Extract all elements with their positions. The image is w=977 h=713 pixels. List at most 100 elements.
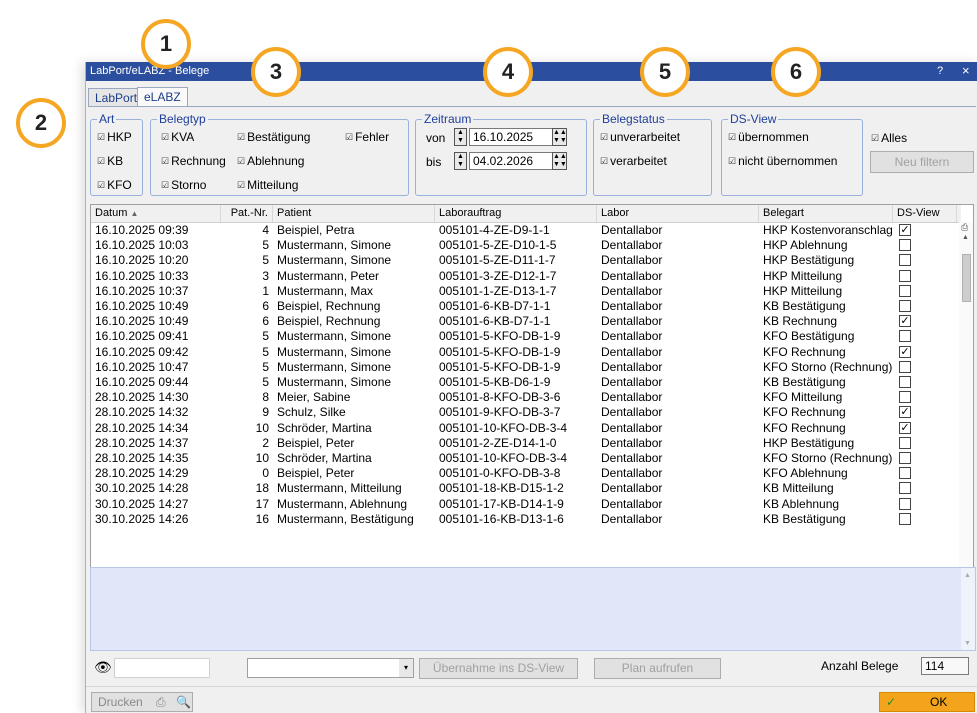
dsview-checkbox[interactable] bbox=[899, 330, 911, 343]
filter-dropdown[interactable]: ▾ bbox=[247, 658, 414, 678]
dsview-checkbox[interactable] bbox=[899, 360, 911, 373]
dsview-checkbox[interactable] bbox=[899, 452, 911, 464]
art-hkp-checkbox[interactable]: ☑ HKP bbox=[97, 130, 132, 144]
dsview-checkbox[interactable] bbox=[899, 239, 911, 252]
dsview-checkbox[interactable] bbox=[899, 497, 911, 510]
unverarbeitet-checkbox[interactable]: ☑ unverarbeitet bbox=[600, 130, 680, 144]
dsview-checkbox[interactable] bbox=[899, 467, 911, 480]
vertical-scrollbar[interactable]: ⎙ ▲ ▼ bbox=[959, 222, 973, 594]
tab-labport[interactable]: LabPort bbox=[88, 88, 145, 106]
dsview-checkbox[interactable] bbox=[899, 284, 911, 297]
print-icon[interactable]: ⎙ bbox=[961, 222, 968, 233]
dsview-checkbox[interactable]: ✓ bbox=[899, 421, 911, 434]
table-row[interactable]: 28.10.2025 14:32 9 Schulz, Silke 005101-9-K… bbox=[91, 405, 961, 420]
bis-day-spinner[interactable]: ▲ ▼ bbox=[454, 152, 467, 170]
von-day-spinner[interactable]: ▲ ▼ bbox=[454, 128, 467, 146]
help-button[interactable]: ? bbox=[937, 65, 943, 77]
alles-checkbox[interactable]: ☑ Alles bbox=[871, 131, 907, 145]
dsview-checkbox[interactable]: ✓ bbox=[899, 224, 911, 236]
table-row[interactable]: 16.10.2025 10:49 6 Beispiel, Rechnung 00510… bbox=[91, 299, 961, 314]
fehler-checkbox[interactable]: ☑ Fehler bbox=[345, 130, 389, 144]
dsview-checkbox[interactable] bbox=[899, 254, 911, 267]
col-patnr[interactable]: Pat.-Nr. bbox=[221, 205, 273, 222]
scroll-up-icon[interactable]: ▲ bbox=[964, 572, 971, 579]
dsview-checkbox[interactable] bbox=[899, 436, 911, 449]
check-icon: ☑ bbox=[871, 132, 880, 143]
dsview-checkbox[interactable] bbox=[899, 300, 911, 312]
chevron-down-icon[interactable]: ▾ bbox=[399, 659, 413, 677]
dsview-checkbox[interactable]: ✓ bbox=[899, 345, 911, 358]
table-row[interactable]: 30.10.2025 14:26 16 Mustermann, Bestätigun… bbox=[91, 512, 961, 527]
table-row[interactable]: 30.10.2025 14:28 18 Mustermann, Mitteilung… bbox=[91, 481, 961, 496]
tab-elabz[interactable]: eLABZ bbox=[137, 87, 188, 107]
col-belegart[interactable]: Belegart bbox=[759, 205, 893, 222]
marker-6: 6 bbox=[771, 47, 821, 97]
table-cell: 005101-6-KB-D7-1-1 bbox=[439, 299, 551, 313]
verarbeitet-checkbox[interactable]: ☑ verarbeitet bbox=[600, 154, 667, 168]
art-kfo-checkbox[interactable]: ☑ KFO bbox=[97, 178, 132, 192]
mitteilung-checkbox[interactable]: ☑ Mitteilung bbox=[237, 178, 298, 192]
rechnung-checkbox[interactable]: ☑ Rechnung bbox=[161, 154, 226, 168]
storno-checkbox[interactable]: ☑ Storno bbox=[161, 178, 206, 192]
table-row[interactable]: 16.10.2025 10:37 1 Mustermann, Max 005101-1… bbox=[91, 284, 961, 299]
dsview-checkbox[interactable] bbox=[899, 391, 911, 404]
table-row[interactable]: 28.10.2025 14:34 10 Schröder, Martina 00510… bbox=[91, 421, 961, 436]
table-cell: 17 bbox=[255, 496, 269, 511]
ok-button[interactable]: ✓ OK bbox=[879, 692, 975, 712]
nicht-uebernommen-checkbox[interactable]: ☑ nicht übernommen bbox=[728, 154, 837, 168]
bis-date-field[interactable]: 04.02.2026 bbox=[469, 152, 561, 170]
scroll-down-icon[interactable]: ▼ bbox=[964, 640, 971, 647]
col-datum[interactable]: Datum ▲ bbox=[91, 205, 221, 222]
table-row[interactable]: 28.10.2025 14:30 8 Meier, Sabine 005101-8-K… bbox=[91, 390, 961, 405]
art-kb-checkbox[interactable]: ☑ KB bbox=[97, 154, 123, 168]
search-input[interactable] bbox=[114, 658, 210, 678]
ablehnung-checkbox[interactable]: ☑ Ablehnung bbox=[237, 154, 304, 168]
table-row[interactable]: 16.10.2025 10:47 5 Mustermann, Simone 00510… bbox=[91, 360, 961, 375]
table-row[interactable]: 16.10.2025 09:41 5 Mustermann, Simone 00510… bbox=[91, 329, 961, 344]
scroll-up-icon[interactable]: ▲ bbox=[962, 234, 969, 241]
table-cell: 005101-16-KB-D13-1-6 bbox=[439, 511, 564, 526]
detail-scrollbar[interactable]: ▲ ▼ bbox=[961, 568, 975, 650]
plan-aufrufen-button[interactable]: Plan aufrufen bbox=[594, 658, 721, 679]
table-row[interactable]: 28.10.2025 14:29 0 Beispiel, Peter 005101-0… bbox=[91, 466, 961, 481]
table-row[interactable]: 16.10.2025 10:03 5 Mustermann, Simone 00510… bbox=[91, 238, 961, 253]
col-dsview[interactable]: DS-View bbox=[893, 205, 957, 222]
table-row[interactable]: 16.10.2025 09:42 5 Mustermann, Simone 00510… bbox=[91, 345, 961, 360]
table-cell: 005101-5-KFO-DB-1-9 bbox=[439, 359, 561, 374]
belegtyp-group: Belegtyp ☑ KVA ☑ Rechnung ☑ Storno ☑ Bestäti… bbox=[150, 112, 409, 196]
uebernahme-button[interactable]: Übernahme ins DS-View bbox=[419, 658, 578, 679]
col-laborauftrag[interactable]: Laborauftrag bbox=[435, 205, 597, 222]
table-row[interactable]: 30.10.2025 14:27 17 Mustermann, Ablehnung 0… bbox=[91, 497, 961, 512]
table-cell: Dentallabor bbox=[601, 420, 663, 435]
table-cell: 005101-5-KFO-DB-1-9 bbox=[439, 329, 561, 344]
dsview-checkbox[interactable] bbox=[899, 269, 911, 282]
dsview-checkbox[interactable] bbox=[899, 512, 911, 525]
binoculars-icon[interactable]: 👁 bbox=[94, 659, 112, 676]
dsview-checkbox[interactable]: ✓ bbox=[899, 315, 911, 328]
table-row[interactable]: 16.10.2025 10:33 3 Mustermann, Peter 005101… bbox=[91, 269, 961, 284]
col-patient[interactable]: Patient bbox=[273, 205, 435, 222]
scrollbar-thumb[interactable] bbox=[962, 254, 971, 302]
col-labor[interactable]: Labor bbox=[597, 205, 759, 222]
table-row[interactable]: 28.10.2025 14:35 10 Schröder, Martina 00510… bbox=[91, 451, 961, 466]
table-row[interactable]: 16.10.2025 09:44 5 Mustermann, Simone 00510… bbox=[91, 375, 961, 390]
close-button[interactable]: × bbox=[962, 63, 970, 78]
table-row[interactable]: 16.10.2025 10:20 5 Mustermann, Simone 00510… bbox=[91, 253, 961, 268]
table-cell: Dentallabor bbox=[601, 496, 663, 511]
kva-checkbox[interactable]: ☑ KVA bbox=[161, 130, 194, 144]
dsview-checkbox[interactable] bbox=[899, 376, 911, 388]
von-date-field[interactable]: 16.10.2025 bbox=[469, 128, 561, 146]
table-cell: Schulz, Silke bbox=[277, 405, 346, 420]
von-spinner-right[interactable]: ▲▲ ▼▼ bbox=[552, 128, 567, 146]
table-row[interactable]: 16.10.2025 10:49 6 Beispiel, Rechnung 00510… bbox=[91, 314, 961, 329]
dsview-checkbox[interactable] bbox=[899, 482, 911, 495]
neu-filtern-button[interactable]: Neu filtern bbox=[870, 151, 974, 173]
uebernommen-checkbox[interactable]: ☑ übernommen bbox=[728, 130, 809, 144]
table-row[interactable]: 16.10.2025 09:39 4 Beispiel, Petra 005101-4… bbox=[91, 223, 961, 238]
table-row[interactable]: 28.10.2025 14:37 2 Beispiel, Peter 005101-2… bbox=[91, 436, 961, 451]
bestaetigung-checkbox[interactable]: ☑ Bestätigung bbox=[237, 130, 310, 144]
bis-spinner-right[interactable]: ▲▲ ▼▼ bbox=[552, 152, 567, 170]
drucken-button[interactable]: Drucken ⎙ 🔍 bbox=[91, 692, 193, 712]
dsview-checkbox[interactable]: ✓ bbox=[899, 406, 911, 419]
table-cell: 16.10.2025 09:42 bbox=[95, 344, 189, 359]
